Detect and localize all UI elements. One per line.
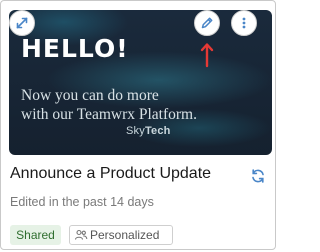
status-badge: Shared [10,225,61,245]
thumbnail-line-1: Now you can do more [21,87,159,104]
skytech-logo: SkyTech [126,125,171,137]
people-icon [74,229,88,240]
pencil-icon [201,17,213,29]
edited-timestamp: Edited in the past 14 days [10,195,154,209]
logo-sky: Sky [126,125,145,137]
more-vertical-icon [242,17,246,29]
template-card[interactable]: HELLO! Now you can do more with our Team… [0,0,276,250]
thumbnail-line-2: with our Teamwrx Platform. [21,106,197,123]
logo-tech: Tech [144,125,171,137]
edit-button[interactable] [194,10,220,36]
refresh-icon[interactable] [250,168,266,184]
thumbnail-headline: HELLO! [21,34,129,63]
card-title[interactable]: Announce a Product Update [10,165,211,183]
expand-icon [16,17,28,29]
template-thumbnail[interactable]: HELLO! Now you can do more with our Team… [9,10,272,155]
more-options-button[interactable] [231,10,257,36]
expand-button[interactable] [9,10,35,36]
personalized-badge: Personalized [69,225,173,245]
thumbnail-body: Now you can do more with our Teamwrx Pla… [21,86,266,124]
pointer-arrow-icon [200,43,214,68]
personalized-label: Personalized [90,228,160,242]
